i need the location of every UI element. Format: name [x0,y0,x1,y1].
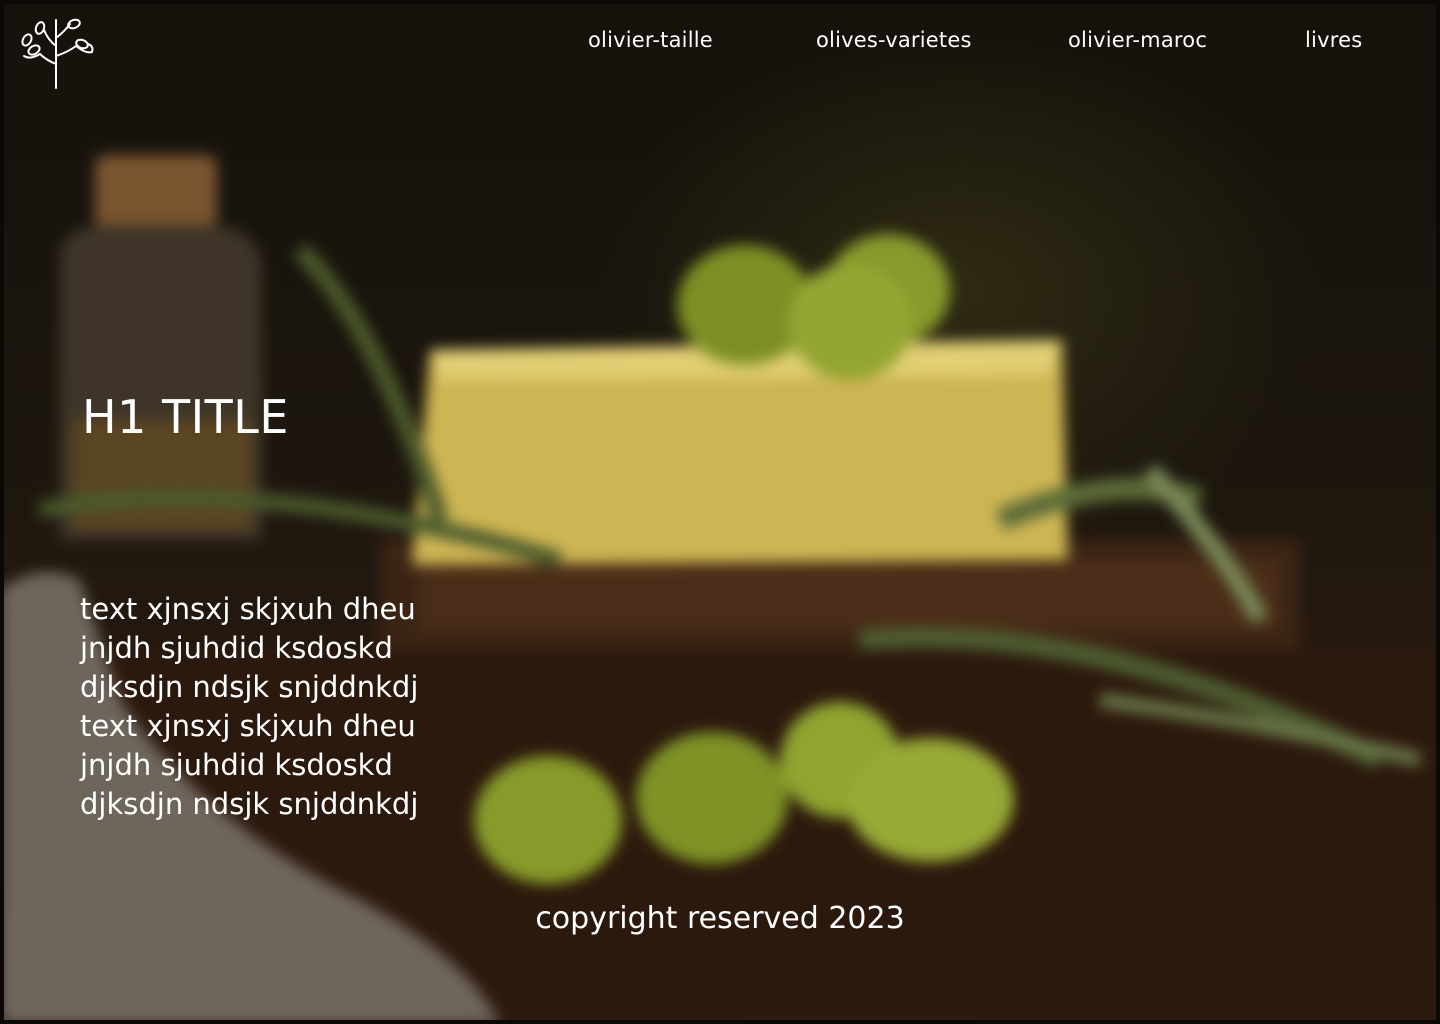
nav-link-olivier-taille[interactable]: olivier-taille [588,24,713,56]
olive-leaf [293,243,449,523]
hero-background-image [0,0,1440,1024]
olive [788,264,912,380]
background-illustration [0,155,1440,1024]
olive [474,756,622,884]
wooden-tray [420,560,1280,630]
hero-title: H1 TITLE [82,390,289,444]
hero-body-line: djksdjn ndsjk snjddnkdj [80,670,419,704]
nav-link-olives-varietes[interactable]: olives-varietes [816,24,972,56]
hero-body-line: jnjdh sjuhdid ksdoskd [80,631,393,665]
hero-body-line: djksdjn ndsjk snjddnkdj [80,787,419,821]
bottle-cork [95,155,217,230]
nav-link-livres[interactable]: livres [1305,24,1362,56]
hero-body-line: text xjnsxj skjxuh dheu [80,592,416,626]
olive [636,732,788,864]
olive [846,738,1014,862]
landing-page: olivier-taille olives-varietes olivier-m… [0,0,1440,1024]
hero-body-text: text xjnsxj skjxuh dheu jnjdh sjuhdid ks… [80,590,418,824]
main-nav: olivier-taille olives-varietes olivier-m… [0,24,1440,56]
hero-body-line: text xjnsxj skjxuh dheu [80,709,416,743]
nav-link-olivier-maroc[interactable]: olivier-maroc [1068,24,1207,56]
hero-body-line: jnjdh sjuhdid ksdoskd [80,748,393,782]
copyright-text: copyright reserved 2023 [535,901,905,936]
